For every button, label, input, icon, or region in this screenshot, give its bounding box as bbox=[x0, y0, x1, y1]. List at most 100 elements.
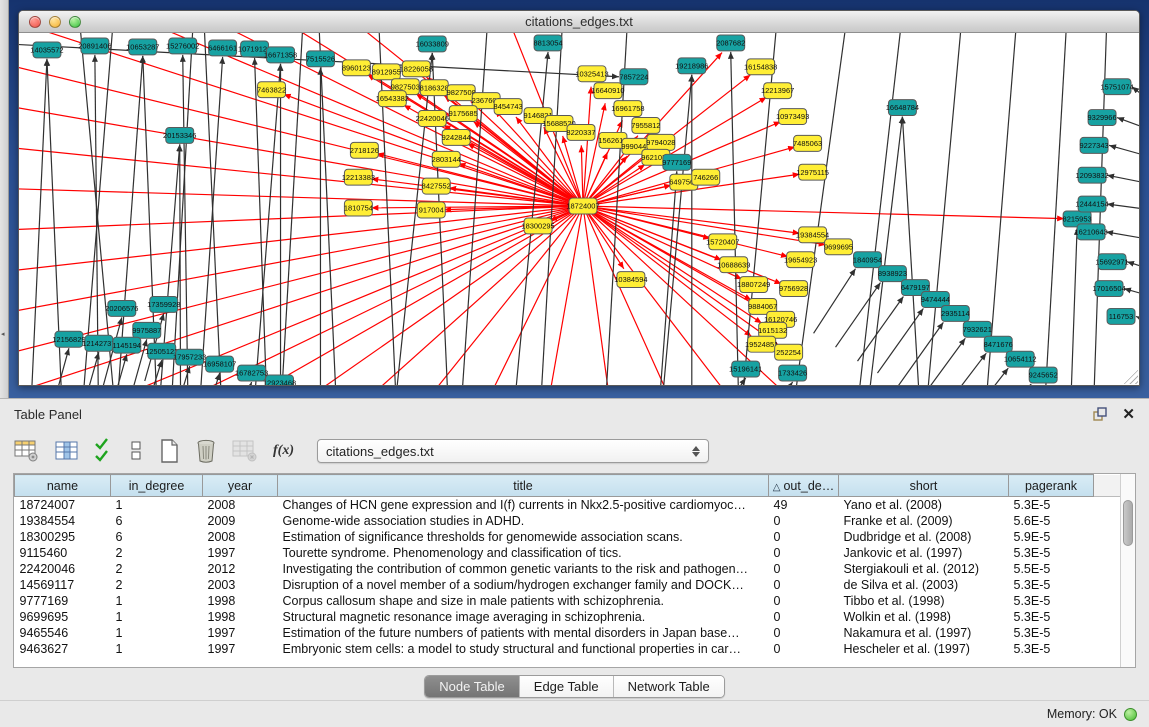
table-cell[interactable]: 6 bbox=[111, 529, 203, 545]
tab-node-table[interactable]: Node Table bbox=[425, 676, 519, 697]
table-cell[interactable]: Yano et al. (2008) bbox=[839, 497, 1009, 513]
graph-edge-black[interactable] bbox=[919, 338, 965, 385]
graph-edge-black[interactable] bbox=[902, 117, 922, 385]
column-header-pagerank[interactable]: pagerank bbox=[1009, 475, 1094, 497]
graph-edge-black[interactable] bbox=[877, 308, 923, 373]
table-row[interactable]: 1830029562008Estimation of significance … bbox=[15, 529, 1123, 545]
table-cell[interactable]: 2 bbox=[111, 561, 203, 577]
graph-edge-black[interactable] bbox=[1124, 289, 1139, 297]
graph-edge-black[interactable] bbox=[1109, 145, 1139, 157]
graph-edge-black[interactable] bbox=[1069, 228, 1077, 385]
table-cell[interactable]: 1 bbox=[111, 497, 203, 513]
table-cell[interactable]: Genome-wide association studies in ADHD. bbox=[278, 513, 769, 529]
table-row[interactable]: 911546021997Tourette syndrome. Phenomeno… bbox=[15, 545, 1123, 561]
graph-edge-black[interactable] bbox=[708, 378, 746, 385]
column-visibility-icon[interactable] bbox=[55, 437, 79, 465]
table-cell[interactable]: Hescheler et al. (1997) bbox=[839, 641, 1009, 657]
table-cell[interactable]: Investigating the contribution of common… bbox=[278, 561, 769, 577]
table-cell[interactable]: 5.3E-5 bbox=[1009, 497, 1094, 513]
table-cell[interactable]: 1 bbox=[111, 641, 203, 657]
side-panel-edge[interactable]: ◂ bbox=[0, 0, 9, 398]
graph-edge-red[interactable] bbox=[19, 206, 583, 385]
graph-edge-black[interactable] bbox=[814, 269, 856, 334]
table-row[interactable]: 969969511998Structural magnetic resonanc… bbox=[15, 609, 1123, 625]
table-cell[interactable]: 5.3E-5 bbox=[1009, 625, 1094, 641]
column-header-short[interactable]: short bbox=[839, 475, 1009, 497]
scrollbar-thumb[interactable] bbox=[1123, 500, 1133, 546]
graph-edge-black[interactable] bbox=[788, 33, 848, 385]
table-cell[interactable]: 1 bbox=[111, 609, 203, 625]
table-scrollbar[interactable] bbox=[1120, 474, 1135, 667]
table-cell[interactable]: 2 bbox=[111, 577, 203, 593]
graph-edge-black[interactable] bbox=[1107, 175, 1139, 184]
table-row[interactable]: 946554611997Estimation of the future num… bbox=[15, 625, 1123, 641]
table-cell[interactable]: 0 bbox=[769, 625, 839, 641]
table-cell[interactable]: 9465546 bbox=[15, 625, 111, 641]
table-cell[interactable]: 0 bbox=[769, 561, 839, 577]
graph-edge-black[interactable] bbox=[922, 33, 962, 385]
graph-edge-black[interactable] bbox=[939, 353, 986, 385]
table-cell[interactable]: Disruption of a novel member of a sodium… bbox=[278, 577, 769, 593]
table-cell[interactable]: 2008 bbox=[203, 529, 278, 545]
table-mode-icon[interactable] bbox=[14, 437, 40, 465]
table-cell[interactable]: 1 bbox=[111, 625, 203, 641]
table-cell[interactable]: 5.3E-5 bbox=[1009, 641, 1094, 657]
table-cell[interactable]: 9115460 bbox=[15, 545, 111, 561]
table-cell[interactable]: Estimation of the future numbers of pati… bbox=[278, 625, 769, 641]
graph-edge-red[interactable] bbox=[583, 206, 1064, 219]
graph-edge-red[interactable] bbox=[19, 187, 583, 206]
table-cell[interactable]: 5.3E-5 bbox=[1009, 593, 1094, 609]
table-cell[interactable]: 49 bbox=[769, 497, 839, 513]
table-cell[interactable]: Tourette syndrome. Phenomenology and cla… bbox=[278, 545, 769, 561]
table-row[interactable]: 977716911998Corpus callosum shape and si… bbox=[15, 593, 1123, 609]
table-cell[interactable]: 18724007 bbox=[15, 497, 111, 513]
table-cell[interactable]: Embryonic stem cells: a model to study s… bbox=[278, 641, 769, 657]
column-header-name[interactable]: name bbox=[15, 475, 111, 497]
table-cell[interactable]: 0 bbox=[769, 609, 839, 625]
graph-edge-black[interactable] bbox=[432, 53, 450, 385]
table-cell[interactable]: 1998 bbox=[203, 609, 278, 625]
column-header-in-degree[interactable]: in_degree bbox=[111, 475, 203, 497]
table-select[interactable]: citations_edges.txt bbox=[317, 439, 709, 463]
table-cell[interactable]: 1 bbox=[111, 593, 203, 609]
table-cell[interactable]: 14569117 bbox=[15, 577, 111, 593]
graph-edge-black[interactable] bbox=[1107, 204, 1139, 210]
column-header-out-de-[interactable]: △out_de… bbox=[769, 475, 839, 497]
table-cell[interactable]: 5.3E-5 bbox=[1009, 545, 1094, 561]
panel-collapse-icon[interactable]: ◂ bbox=[1, 330, 7, 340]
table-row[interactable]: 1872400712008Changes of HCN gene express… bbox=[15, 497, 1123, 513]
graph-edge-black[interactable] bbox=[1127, 262, 1139, 270]
table-cell[interactable]: de Silva et al. (2003) bbox=[839, 577, 1009, 593]
table-cell[interactable]: 9777169 bbox=[15, 593, 111, 609]
table-cell[interactable]: 1997 bbox=[203, 625, 278, 641]
graph-edge-black[interactable] bbox=[1136, 316, 1139, 323]
table-cell[interactable]: 2009 bbox=[203, 513, 278, 529]
graph-edge-black[interactable] bbox=[1117, 118, 1139, 131]
table-cell[interactable]: 22420046 bbox=[15, 561, 111, 577]
table-cell[interactable]: 18300295 bbox=[15, 529, 111, 545]
select-checks-icon[interactable] bbox=[94, 437, 114, 465]
graph-edge-red[interactable] bbox=[19, 206, 583, 321]
column-header-title[interactable]: title bbox=[278, 475, 769, 497]
graph-edge-black[interactable] bbox=[1042, 33, 1067, 385]
trash-icon[interactable] bbox=[195, 437, 217, 465]
graph-edge-red[interactable] bbox=[19, 53, 583, 206]
table-cell[interactable]: Nakamura et al. (1997) bbox=[839, 625, 1009, 641]
column-header-year[interactable]: year bbox=[203, 475, 278, 497]
table-row[interactable]: 1456911722003Disruption of a novel membe… bbox=[15, 577, 1123, 593]
table-cell[interactable]: 5.6E-5 bbox=[1009, 513, 1094, 529]
table-cell[interactable]: 5.3E-5 bbox=[1009, 577, 1094, 593]
table-cell[interactable]: 0 bbox=[769, 577, 839, 593]
graph-edge-black[interactable] bbox=[983, 384, 1031, 385]
table-cell[interactable]: Franke et al. (2009) bbox=[839, 513, 1009, 529]
graph-edge-black[interactable] bbox=[1106, 232, 1139, 240]
table-cell[interactable]: Jankovic et al. (1997) bbox=[839, 545, 1009, 561]
table-cell[interactable]: 1997 bbox=[203, 545, 278, 561]
table-row[interactable]: 2242004622012Investigating the contribut… bbox=[15, 561, 1123, 577]
table-cell[interactable]: Structural magnetic resonance image aver… bbox=[278, 609, 769, 625]
table-cell[interactable]: 1998 bbox=[203, 593, 278, 609]
network-canvas[interactable]: 7463822896012389129551822605898275031654… bbox=[19, 33, 1139, 385]
graph-edge-red[interactable] bbox=[581, 145, 583, 206]
table-cell[interactable]: 9463627 bbox=[15, 641, 111, 657]
table-cell[interactable]: 2008 bbox=[203, 497, 278, 513]
